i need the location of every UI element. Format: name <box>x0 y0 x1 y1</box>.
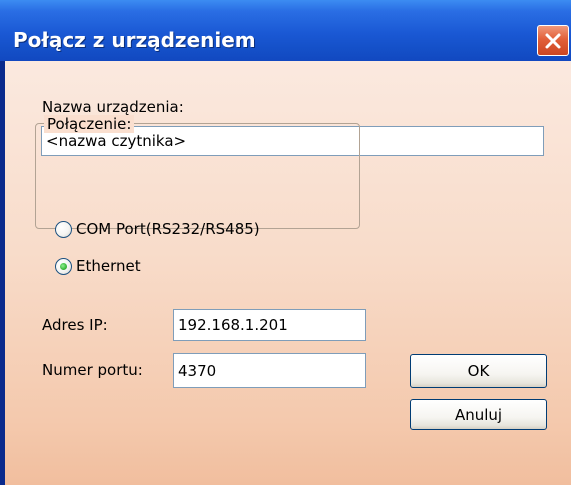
window-title: Połącz z urządzeniem <box>13 28 256 52</box>
radio-button-checked-icon[interactable] <box>55 257 72 275</box>
radio-button-unchecked-icon[interactable] <box>55 220 72 238</box>
radio-ethernet[interactable]: Ethernet <box>55 255 141 277</box>
connection-group-label: Połączenie: <box>44 115 135 133</box>
port-label: Numer portu: <box>42 361 143 379</box>
close-button[interactable] <box>537 25 569 56</box>
cancel-button[interactable]: Anuluj <box>410 399 547 430</box>
device-name-label: Nazwa urządzenia: <box>42 98 184 116</box>
ok-button[interactable]: OK <box>410 354 547 388</box>
radio-ethernet-label: Ethernet <box>76 257 141 275</box>
ip-address-label: Adres IP: <box>42 316 108 334</box>
close-icon <box>545 33 561 49</box>
title-bar[interactable]: Połącz z urządzeniem <box>0 0 571 61</box>
radio-com-port-label: COM Port(RS232/RS485) <box>76 220 260 238</box>
connection-groupbox <box>35 123 360 229</box>
ip-address-input[interactable] <box>173 309 366 341</box>
radio-com-port[interactable]: COM Port(RS232/RS485) <box>55 218 260 240</box>
port-input[interactable] <box>173 353 366 388</box>
dialog-window: Połącz z urządzeniem Nazwa urządzenia: P… <box>0 0 571 485</box>
